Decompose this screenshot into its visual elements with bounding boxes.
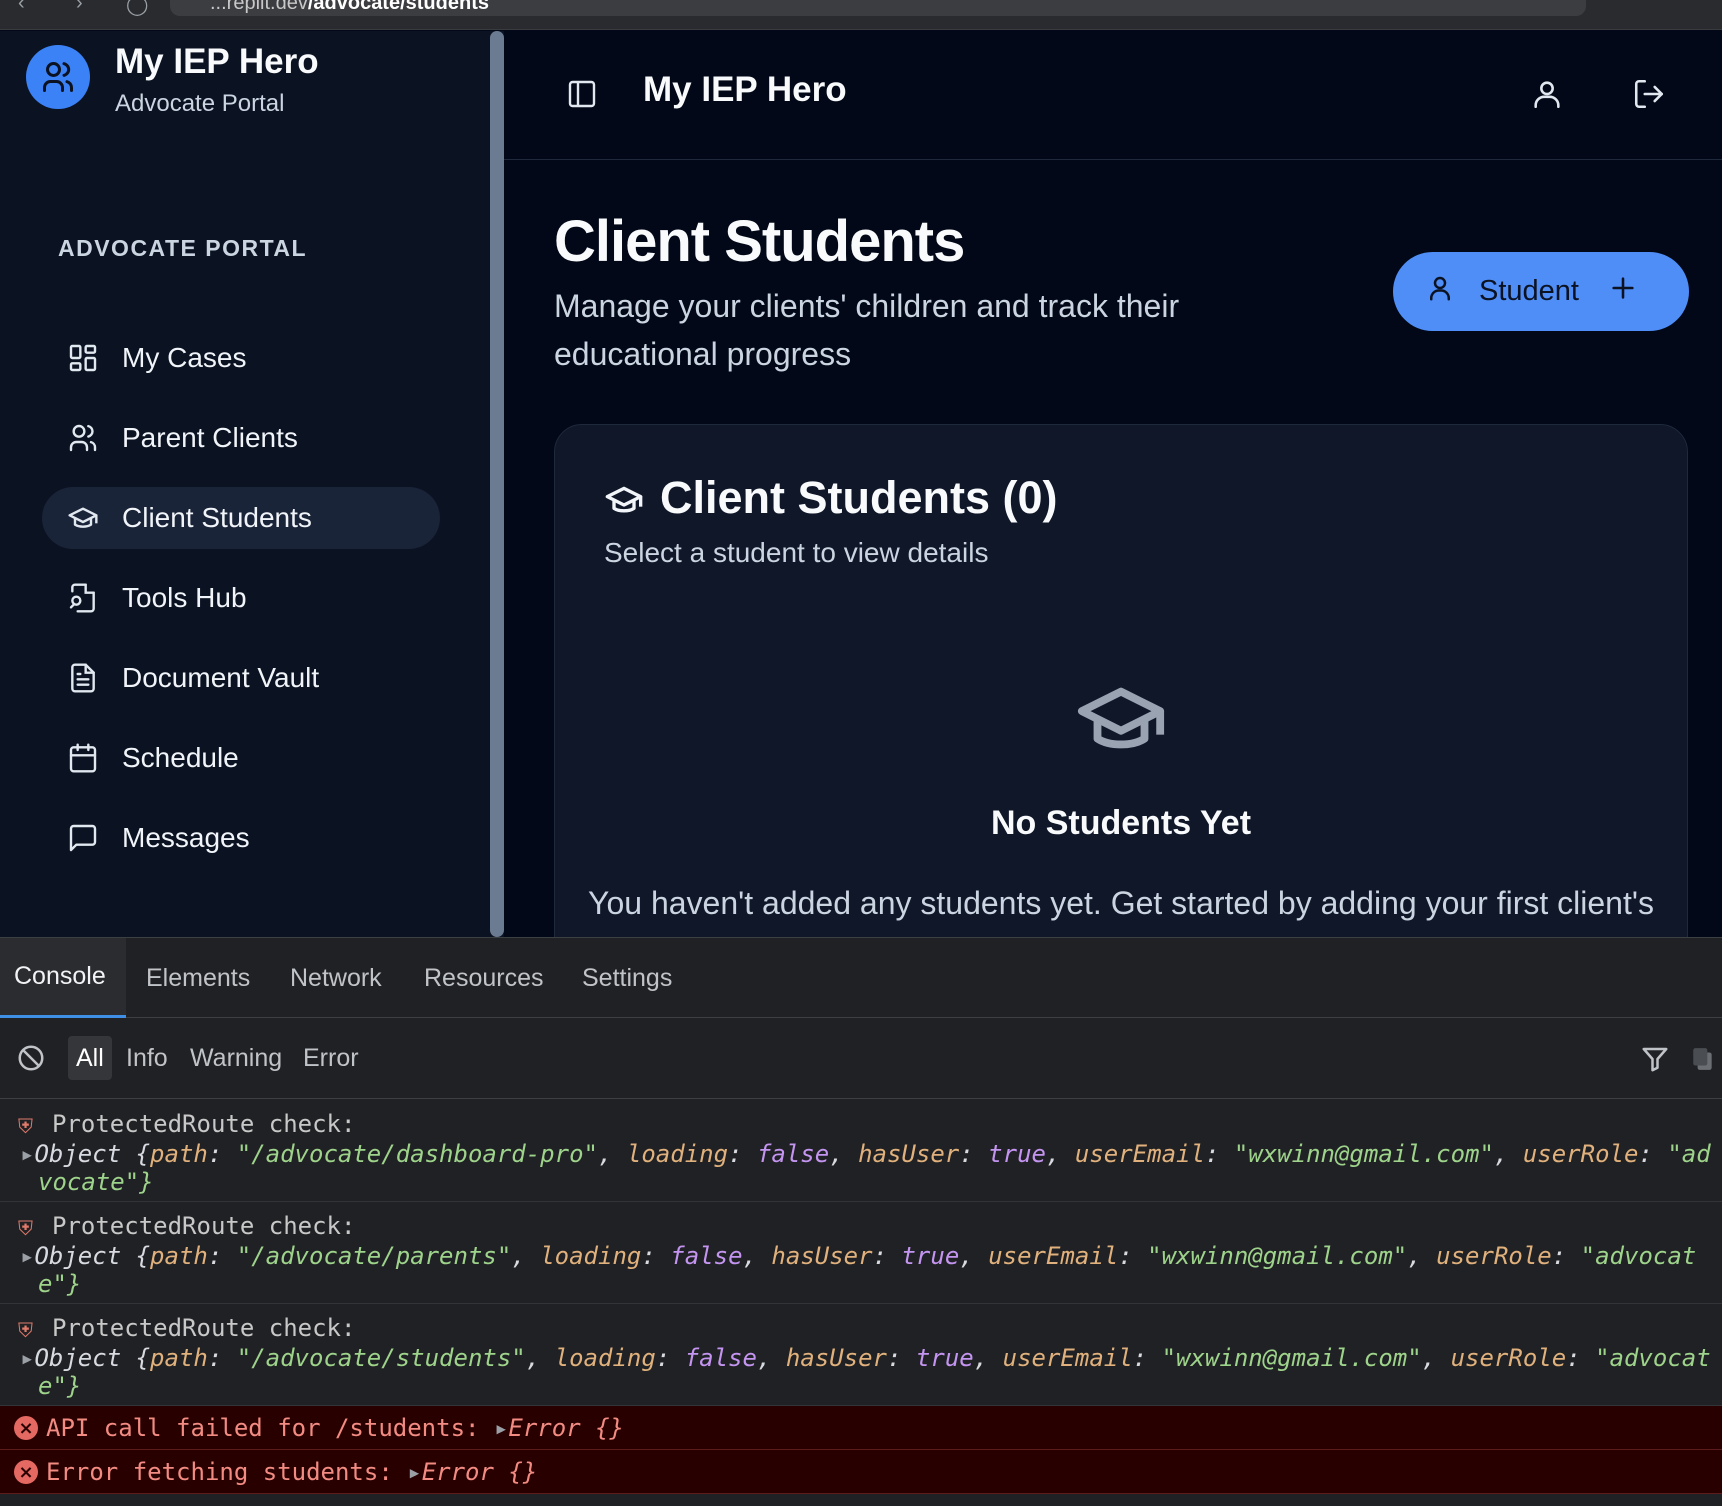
filter-info[interactable]: Info <box>118 1036 176 1080</box>
user-icon[interactable] <box>1530 77 1564 116</box>
page-description: Manage your clients' children and track … <box>554 288 1180 372</box>
shield-icon: ⛨ <box>18 1216 33 1240</box>
forward-icon[interactable]: › <box>76 0 83 15</box>
add-student-button[interactable]: Student <box>1393 252 1689 331</box>
log-object-wrap: e"} <box>38 1270 82 1298</box>
tab-resources[interactable]: Resources <box>424 938 544 1018</box>
logout-icon[interactable] <box>1632 77 1666 116</box>
graduation-cap-icon <box>66 501 100 535</box>
sidebar-item-label: Client Students <box>122 502 312 533</box>
shield-icon: ⛨ <box>18 1318 33 1342</box>
sidebar-item-label: My Cases <box>122 342 247 373</box>
file-text-icon <box>66 661 100 695</box>
expand-triangle-icon[interactable]: ▸ <box>20 1140 34 1168</box>
browser-toolbar: ‹ › ◯ ...replit.dev/advocate/students <box>0 0 1722 30</box>
users-icon <box>66 421 100 455</box>
error-icon: × <box>14 1416 38 1440</box>
console-log-entry[interactable]: ⛨ ProtectedRoute check: ▸Object {path: "… <box>0 1100 1722 1202</box>
filter-error[interactable]: Error <box>295 1036 367 1080</box>
brand-logo <box>26 45 90 109</box>
sidebar-item-schedule[interactable]: Schedule <box>42 727 440 789</box>
log-object-line[interactable]: ▸Object {path: "/advocate/parents", load… <box>20 1242 1696 1270</box>
reload-icon[interactable]: ◯ <box>126 0 148 17</box>
expand-triangle-icon[interactable]: ▸ <box>20 1242 34 1270</box>
sidebar-item-label: Parent Clients <box>122 422 298 453</box>
card-subtitle: Select a student to view details <box>604 537 989 568</box>
tab-console[interactable]: Console <box>0 938 126 1018</box>
sidebar-item-label: Schedule <box>122 742 239 773</box>
url-bar[interactable]: ...replit.dev/advocate/students <box>170 0 1586 16</box>
sidebar-item-messages[interactable]: Messages <box>42 807 440 869</box>
calendar-icon <box>66 741 100 775</box>
sidebar-item-my-cases[interactable]: My Cases <box>42 327 440 389</box>
log-head: ProtectedRoute check: <box>52 1110 356 1138</box>
expand-triangle-icon[interactable]: ▸ <box>20 1344 34 1372</box>
url-host: ...replit.dev <box>210 0 308 14</box>
empty-state-title: No Students Yet <box>990 804 1252 842</box>
plus-icon <box>1609 274 1637 310</box>
sidebar-scrollbar[interactable] <box>488 31 504 937</box>
file-search-icon <box>66 581 100 615</box>
log-head: ProtectedRoute check: <box>52 1314 356 1342</box>
console-filter-bar: All Info Warning Error <box>0 1019 1722 1099</box>
sidebar-item-parent-clients[interactable]: Parent Clients <box>42 407 440 469</box>
filter-icon[interactable] <box>1640 1044 1670 1079</box>
sidebar-item-label: Messages <box>122 822 250 853</box>
sidebar <box>0 31 488 937</box>
error-line: API call failed for /students: ▸Error {} <box>46 1414 624 1442</box>
error-icon: × <box>14 1460 38 1484</box>
console-error-entry[interactable]: × Error fetching students: ▸Error {} <box>0 1450 1722 1494</box>
tab-elements[interactable]: Elements <box>146 938 250 1018</box>
devtools-panel: Console Elements Network Resources Setti… <box>0 937 1722 1506</box>
devtools-tabs: Console Elements Network Resources Setti… <box>0 938 1722 1018</box>
log-head: ProtectedRoute check: <box>52 1212 356 1240</box>
error-line: Error fetching students: ▸Error {} <box>46 1458 538 1486</box>
console-log-entry[interactable]: ⛨ ProtectedRoute check: ▸Object {path: "… <box>0 1304 1722 1406</box>
sidebar-section-label: ADVOCATE PORTAL <box>58 235 308 261</box>
add-student-label: Student <box>1479 275 1579 307</box>
back-icon[interactable]: ‹ <box>18 0 25 15</box>
users-icon <box>43 62 74 92</box>
sidebar-item-client-students[interactable]: Client Students <box>42 487 440 549</box>
sidebar-item-label: Document Vault <box>122 662 320 693</box>
tab-network[interactable]: Network <box>290 938 382 1018</box>
sidebar-item-document-vault[interactable]: Document Vault <box>42 647 440 709</box>
sidebar-toggle-icon[interactable] <box>566 78 598 115</box>
expand-triangle-icon[interactable]: ▸ <box>494 1414 508 1442</box>
graduation-cap-icon <box>1074 672 1168 771</box>
console-log-entry[interactable]: ⛨ ProtectedRoute check: ▸Object {path: "… <box>0 1202 1722 1304</box>
sidebar-item-tools-hub[interactable]: Tools Hub <box>42 567 440 629</box>
filter-all[interactable]: All <box>68 1036 112 1080</box>
sidebar-item-label: Tools Hub <box>122 582 247 613</box>
clear-console-icon[interactable] <box>16 1043 46 1078</box>
message-icon <box>66 821 100 855</box>
tab-settings[interactable]: Settings <box>582 938 672 1018</box>
log-object-wrap: vocate"} <box>38 1168 154 1196</box>
console-error-entry[interactable]: × API call failed for /students: ▸Error … <box>0 1406 1722 1450</box>
copy-icon[interactable] <box>1690 1044 1716 1079</box>
grid-icon <box>66 341 100 375</box>
expand-triangle-icon[interactable]: ▸ <box>407 1458 421 1486</box>
graduation-cap-icon <box>604 480 644 525</box>
filter-warning[interactable]: Warning <box>182 1036 290 1080</box>
brand-title: My IEP Hero <box>115 42 319 81</box>
user-icon <box>1425 273 1455 311</box>
url-path: /advocate/students <box>307 0 489 14</box>
header-title: My IEP Hero <box>643 70 847 109</box>
brand-subtitle: Advocate Portal <box>115 90 285 117</box>
scrollbar-thumb[interactable] <box>490 31 504 937</box>
log-object-line[interactable]: ▸Object {path: "/advocate/students", loa… <box>20 1344 1711 1372</box>
log-object-line[interactable]: ▸Object {path: "/advocate/dashboard-pro"… <box>20 1140 1711 1168</box>
log-object-wrap: e"} <box>38 1372 82 1400</box>
shield-icon: ⛨ <box>18 1114 33 1138</box>
card-title: Client Students (0) <box>660 472 1058 523</box>
page-title: Client Students <box>554 209 965 274</box>
